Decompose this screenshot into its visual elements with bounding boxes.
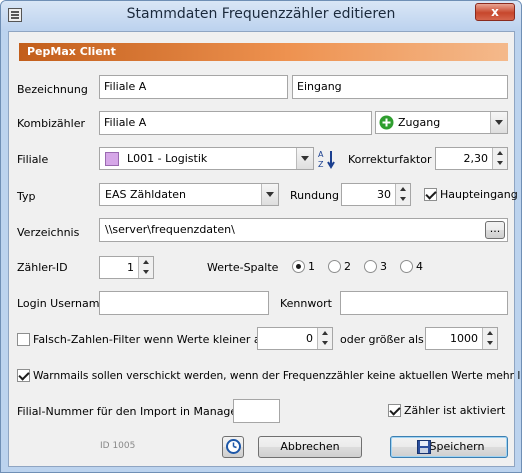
kombizaehler-label: Kombizähler bbox=[17, 117, 85, 130]
chevron-down-icon[interactable] bbox=[490, 112, 507, 133]
oder-groesser-label: oder größer als bbox=[340, 333, 424, 346]
korrekturfaktor-stepper[interactable]: 2,30 bbox=[435, 147, 508, 170]
kombizaehler-select[interactable]: Zugang bbox=[375, 111, 508, 134]
zaehler-aktiviert-checkbox[interactable]: Zähler ist aktiviert bbox=[388, 404, 505, 417]
speichern-label: Speichern bbox=[429, 440, 485, 453]
title-bar[interactable]: Stammdaten Frequenzzähler editieren x bbox=[1, 1, 521, 31]
record-id: ID 1005 bbox=[100, 441, 136, 451]
checkbox-icon[interactable] bbox=[17, 333, 30, 346]
radio-label: 2 bbox=[344, 260, 351, 273]
warnmails-checkbox[interactable]: Warnmails sollen verschickt werden, wenn… bbox=[17, 369, 522, 382]
typ-label: Typ bbox=[17, 190, 36, 203]
login-username-input[interactable] bbox=[99, 291, 269, 315]
login-username-label: Login Username bbox=[17, 297, 107, 310]
zaehler-aktiviert-label: Zähler ist aktiviert bbox=[404, 404, 506, 417]
history-button[interactable] bbox=[222, 436, 244, 458]
filiale-label: Filiale bbox=[17, 153, 49, 166]
haupteingang-checkbox[interactable]: Haupteingang bbox=[424, 188, 518, 201]
client-banner: PepMax Client bbox=[19, 43, 508, 61]
chevron-down-icon[interactable] bbox=[261, 184, 278, 205]
haupteingang-label: Haupteingang bbox=[440, 188, 518, 201]
radio-icon[interactable] bbox=[400, 260, 413, 273]
checkbox-checked-icon[interactable] bbox=[388, 404, 401, 417]
stepper-down-icon[interactable] bbox=[395, 194, 410, 205]
close-button[interactable]: x bbox=[475, 3, 515, 21]
filter-max-value: 1000 bbox=[450, 332, 478, 345]
werte-spalte-radio-3[interactable]: 3 bbox=[364, 260, 387, 273]
window-title: Stammdaten Frequenzzähler editieren bbox=[126, 6, 396, 22]
zaehler-id-label: Zähler-ID bbox=[17, 261, 68, 274]
typ-select[interactable]: EAS Zähldaten bbox=[99, 183, 279, 206]
verzeichnis-label: Verzeichnis bbox=[17, 226, 80, 239]
stepper-down-icon[interactable] bbox=[482, 338, 497, 349]
save-disk-icon bbox=[417, 440, 431, 454]
warnmails-label: Warnmails sollen verschickt werden, wenn… bbox=[33, 369, 522, 382]
verzeichnis-input[interactable]: \\server\frequenzdaten\ ... bbox=[99, 218, 508, 242]
filial-nummer-label: Filial-Nummer für den Import in ManageMa… bbox=[17, 405, 260, 418]
stepper-down-icon[interactable] bbox=[492, 158, 507, 169]
browse-button[interactable]: ... bbox=[485, 221, 505, 239]
rundung-stepper[interactable]: 30 bbox=[341, 183, 411, 206]
kennwort-input[interactable] bbox=[340, 291, 508, 315]
bezeichnung-label: Bezeichnung bbox=[17, 83, 88, 96]
korrekturfaktor-value: 2,30 bbox=[463, 152, 489, 165]
checkbox-checked-icon[interactable] bbox=[17, 369, 30, 382]
clock-icon bbox=[226, 439, 241, 454]
werte-spalte-radio-4[interactable]: 4 bbox=[400, 260, 423, 273]
werte-spalte-radio-1[interactable]: 1 bbox=[292, 260, 315, 273]
kennwort-label: Kennwort bbox=[280, 297, 332, 310]
sort-az-icon[interactable]: AZ bbox=[318, 149, 336, 169]
svg-text:A: A bbox=[318, 150, 324, 159]
kombizaehler-input[interactable]: Filiale A bbox=[99, 111, 372, 135]
bezeichnung-input-2[interactable]: Eingang bbox=[292, 75, 508, 99]
filiale-select-value: L001 - Logistik bbox=[127, 152, 208, 165]
stepper-down-icon[interactable] bbox=[317, 338, 332, 349]
checkbox-checked-icon[interactable] bbox=[424, 188, 437, 201]
korrekturfaktor-label: Korrekturfaktor bbox=[348, 153, 432, 166]
filter-min-value: 0 bbox=[306, 332, 313, 345]
falsch-zahlen-filter-checkbox[interactable]: Falsch-Zahlen-Filter wenn Werte kleiner … bbox=[17, 333, 269, 346]
filial-nummer-input[interactable] bbox=[233, 399, 280, 423]
kombizaehler-select-value: Zugang bbox=[398, 116, 441, 129]
plus-circle-icon bbox=[379, 115, 394, 130]
chevron-down-icon[interactable] bbox=[296, 148, 313, 169]
typ-select-value: EAS Zähldaten bbox=[105, 188, 187, 201]
svg-text:Z: Z bbox=[318, 160, 324, 169]
speichern-button[interactable]: Speichern bbox=[390, 436, 508, 458]
radio-label: 4 bbox=[416, 260, 423, 273]
bezeichnung-input-1[interactable]: Filiale A bbox=[99, 75, 288, 99]
radio-selected-icon[interactable] bbox=[292, 260, 305, 273]
filiale-color-swatch bbox=[105, 152, 119, 166]
filter-min-stepper[interactable]: 0 bbox=[257, 327, 333, 350]
rundung-label: Rundung bbox=[290, 189, 340, 202]
radio-icon[interactable] bbox=[328, 260, 341, 273]
abbrechen-button[interactable]: Abbrechen bbox=[258, 436, 362, 458]
dialog-body: PepMax Client Bezeichnung Filiale A Eing… bbox=[8, 31, 521, 467]
stepper-down-icon[interactable] bbox=[138, 267, 153, 278]
filiale-select[interactable]: L001 - Logistik bbox=[99, 147, 314, 170]
falsch-zahlen-filter-label: Falsch-Zahlen-Filter wenn Werte kleiner … bbox=[33, 333, 270, 346]
werte-spalte-radio-2[interactable]: 2 bbox=[328, 260, 351, 273]
verzeichnis-value: \\server\frequenzdaten\ bbox=[105, 223, 235, 236]
zaehler-id-value: 1 bbox=[127, 261, 134, 274]
werte-spalte-label: Werte-Spalte bbox=[207, 261, 279, 274]
filter-max-stepper[interactable]: 1000 bbox=[425, 327, 498, 350]
dialog-window: Stammdaten Frequenzzähler editieren x Pe… bbox=[0, 0, 522, 473]
radio-label: 1 bbox=[308, 260, 315, 273]
radio-label: 3 bbox=[380, 260, 387, 273]
zaehler-id-stepper[interactable]: 1 bbox=[99, 256, 154, 279]
rundung-value: 30 bbox=[377, 188, 391, 201]
radio-icon[interactable] bbox=[364, 260, 377, 273]
